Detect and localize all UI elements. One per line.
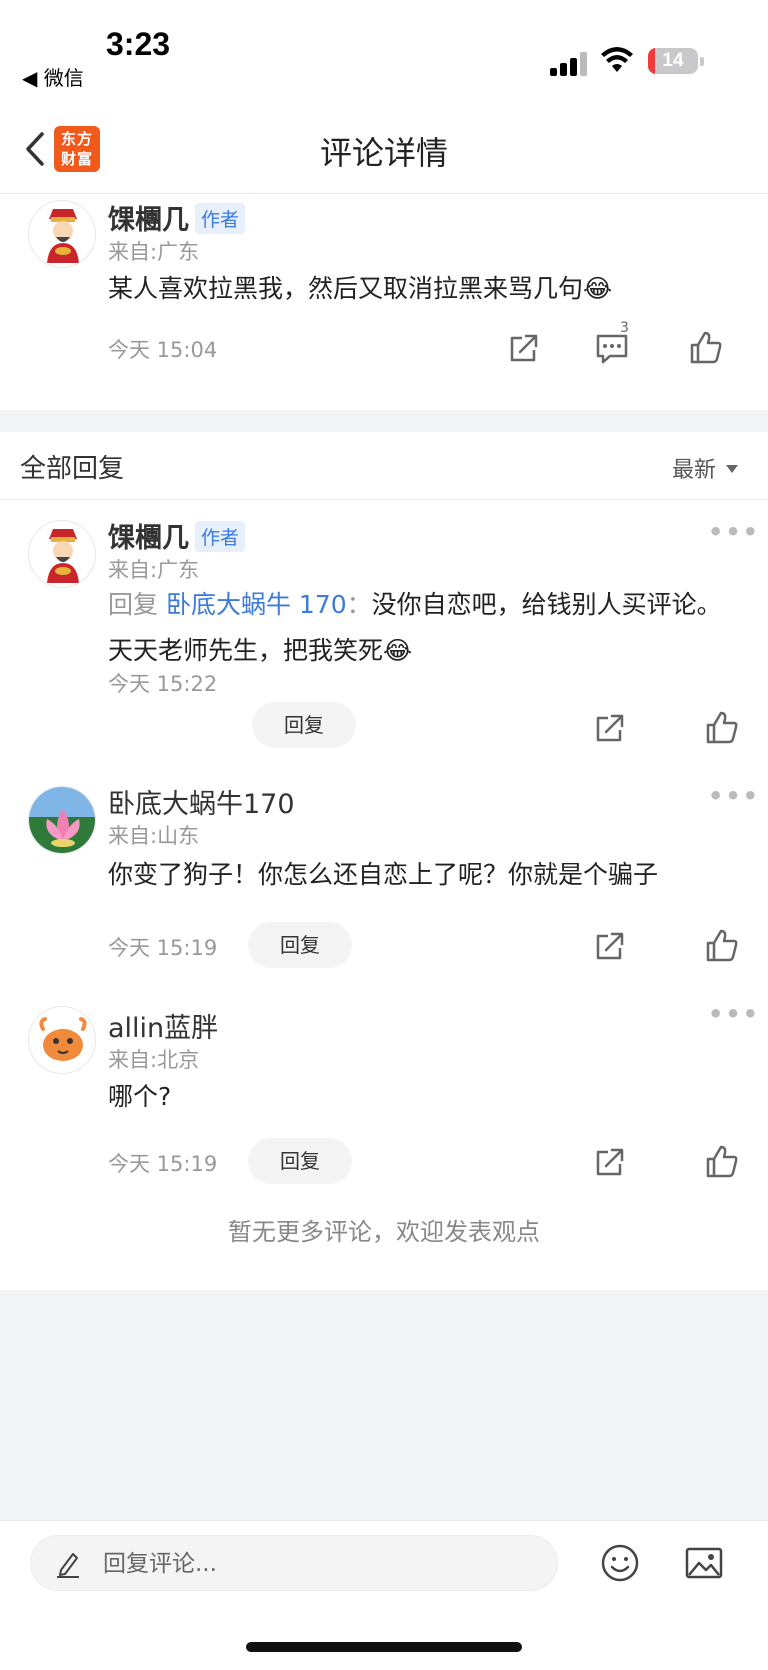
author-badge: 作者 [195,521,246,552]
reply-colon: ： [346,590,372,619]
username[interactable]: 卧底大蜗牛170 [108,782,295,821]
reply-prefix: 回复 [108,590,159,619]
pencil-icon [57,1553,79,1578]
reply-button[interactable]: 回复 [248,1138,352,1184]
reply-target-link[interactable]: 卧底大蜗牛 170 [166,590,347,619]
comment-detail-screen: 3:23 ◀ 微信 14 东方 财富 评论详情 馃檲几 作者 来自:广东 某人喜… [0,0,768,1670]
thumbs-up-icon[interactable] [688,330,724,366]
cellular-signal-icon [550,52,588,76]
reply-button[interactable]: 回复 [248,922,352,968]
caishen-avatar-icon [29,201,95,267]
caret-down-icon [726,465,738,473]
reply-content[interactable]: 哪个? [108,1074,728,1120]
main-comment: 馃檲几 作者 来自:广东 某人喜欢拉黑我，然后又取消拉黑来骂几句😂 今天 15:0… [0,194,768,410]
thumbs-up-icon[interactable] [704,710,740,746]
thumbs-up-icon[interactable] [704,1144,740,1180]
sort-dropdown[interactable]: 最新 [672,452,738,484]
location-label: 来自:广东 [108,558,200,582]
status-bar: 3:23 ◀ 微信 14 [0,0,768,104]
battery-level: 14 [662,50,684,71]
battery-tip [700,57,704,66]
reply-comment-input[interactable] [103,1546,523,1582]
replies-title: 全部回复 [20,454,125,484]
cartoon-crab-avatar-icon [29,1007,95,1073]
no-more-comments-note: 暂无更多评论，欢迎发表观点 [228,1218,540,1246]
battery-icon: 14 [648,48,698,74]
reply-input-container[interactable] [30,1535,558,1591]
wifi-icon [601,47,633,72]
sort-label: 最新 [671,458,716,483]
comment-time: 今天 15:04 [108,338,218,362]
avatar[interactable] [28,1006,96,1074]
page-title: 评论详情 [319,134,448,172]
location-label: 来自:北京 [108,1048,200,1072]
reply-count: 3 [620,320,629,336]
replies-section: 全部回复 最新 馃檲几 作者 来自:广东 ••• 回复 卧底大蜗牛 170：没你… [0,432,768,1290]
reply-time: 今天 15:19 [108,936,218,960]
lotus-avatar-icon [29,787,95,853]
thumbs-up-icon[interactable] [704,928,740,964]
nav-bar: 东方 财富 评论详情 [0,104,768,194]
reply-time: 今天 15:19 [108,1152,218,1176]
share-icon[interactable] [592,928,628,964]
reply-time: 今天 15:22 [108,672,218,696]
username-text: 馃檲几 [108,205,189,236]
section-divider [0,410,768,432]
status-time: 3:23 [106,26,171,62]
reply-button[interactable]: 回复 [252,702,356,748]
avatar[interactable] [28,200,96,268]
author-badge: 作者 [195,203,246,234]
share-icon[interactable] [506,330,542,366]
comment-content[interactable]: 某人喜欢拉黑我，然后又取消拉黑来骂几句😂 [108,266,728,312]
avatar[interactable] [28,786,96,854]
share-icon[interactable] [592,1144,628,1180]
username-text: 馃檲几 [108,523,189,554]
location-label: 来自:广东 [108,240,200,264]
reply-content[interactable]: 回复 卧底大蜗牛 170：没你自恋吧，给钱别人买评论。天天老师先生，把我笑死😂 [108,582,728,674]
reply-content[interactable]: 你变了狗子！你怎么还自恋上了呢？你就是个骗子 [108,852,748,898]
username[interactable]: allin蓝胖 [108,1006,218,1045]
replies-header: 全部回复 最新 [0,432,768,500]
more-options-icon[interactable]: ••• [708,518,760,546]
location-label: 来自:山东 [108,824,200,848]
home-indicator [246,1642,522,1652]
more-options-icon[interactable]: ••• [708,782,760,810]
share-icon[interactable] [592,710,628,746]
more-options-icon[interactable]: ••• [708,1000,760,1028]
back-to-wechat-link[interactable]: ◀ 微信 [22,62,84,91]
caishen-avatar-icon [29,521,95,587]
avatar[interactable] [28,520,96,588]
username[interactable]: 馃檲几 作者 [108,198,246,237]
emoji-icon[interactable] [600,1543,640,1583]
image-icon[interactable] [684,1543,724,1583]
username[interactable]: 馃檲几 作者 [108,516,246,555]
